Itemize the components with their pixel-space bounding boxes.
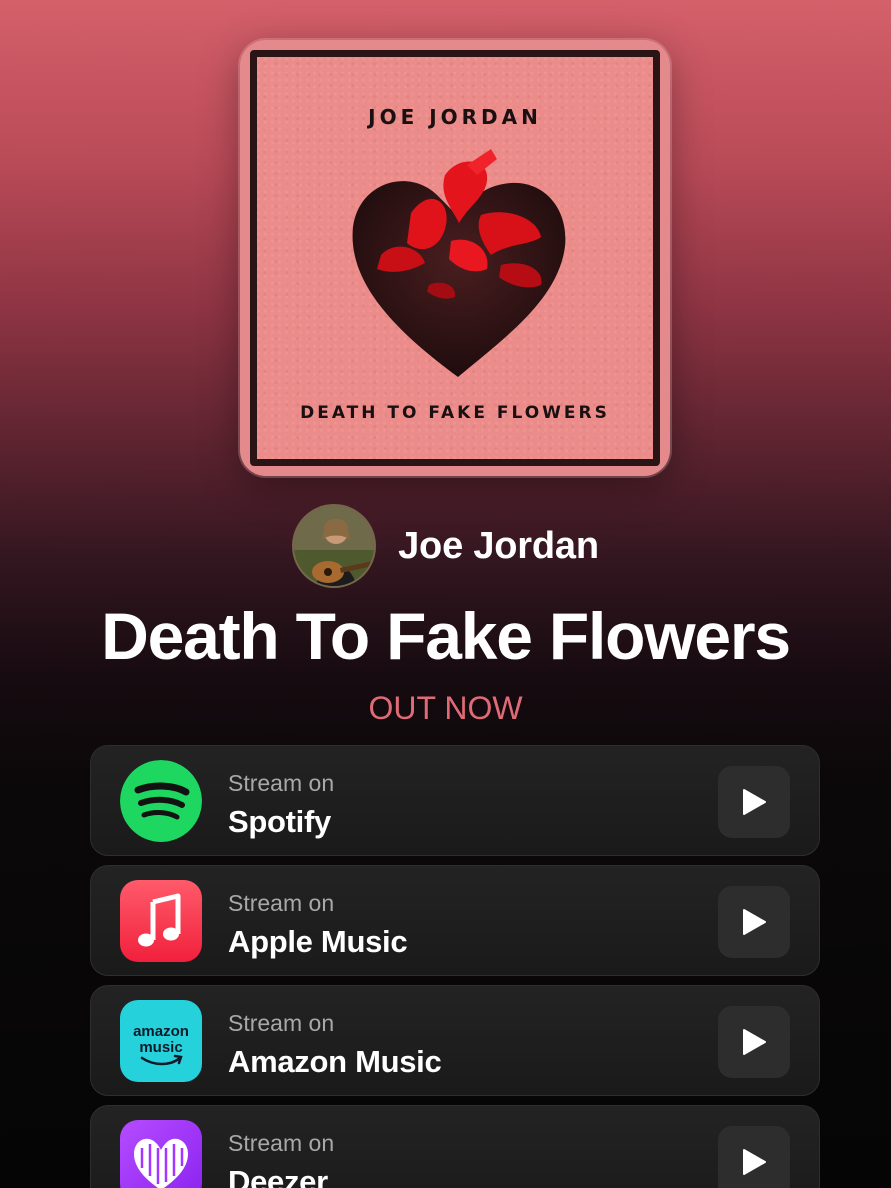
- amazon-icon-text-2: music: [139, 1039, 182, 1056]
- service-prefix: Stream on: [228, 1010, 335, 1036]
- play-button[interactable]: [718, 886, 790, 958]
- play-button[interactable]: [718, 1006, 790, 1078]
- album-artwork: JOE JORDAN DEATH TO FAKE FLOWERS: [250, 50, 660, 466]
- service-card-deezer[interactable]: Stream on Deezer: [90, 1105, 820, 1188]
- play-icon: [743, 909, 766, 935]
- service-card-amazon-music[interactable]: amazon music Stream on Amazon Music: [90, 985, 820, 1096]
- play-button[interactable]: [718, 766, 790, 838]
- service-name: Deezer: [228, 1164, 328, 1188]
- artist-avatar[interactable]: [292, 504, 377, 588]
- spotify-icon: [120, 760, 202, 842]
- artist-row[interactable]: Joe Jordan: [0, 503, 891, 589]
- anatomical-heart-icon: [352, 149, 566, 377]
- release-status: OUT NOW: [368, 690, 523, 726]
- album-cover[interactable]: JOE JORDAN DEATH TO FAKE FLOWERS: [240, 40, 670, 476]
- play-icon: [743, 1149, 766, 1175]
- play-button[interactable]: [718, 1126, 790, 1188]
- service-prefix: Stream on: [228, 890, 335, 916]
- release-title: Death To Fake Flowers: [101, 599, 791, 673]
- amazon-music-icon: amazon music: [120, 1000, 202, 1082]
- service-name: Apple Music: [228, 924, 408, 959]
- amazon-icon-text-1: amazon: [133, 1023, 189, 1040]
- service-name: Amazon Music: [228, 1044, 442, 1079]
- service-name: Spotify: [228, 804, 331, 839]
- service-prefix: Stream on: [228, 1130, 335, 1156]
- service-card-apple-music[interactable]: Stream on Apple Music: [90, 865, 820, 976]
- cover-artist-text: JOE JORDAN: [368, 105, 542, 129]
- service-card-spotify[interactable]: Stream on Spotify: [90, 745, 820, 856]
- service-prefix: Stream on: [228, 770, 335, 796]
- streaming-services-list: Stream on Spotify Stream on Apple Music …: [90, 745, 820, 1188]
- deezer-icon: [120, 1120, 202, 1188]
- play-icon: [743, 789, 766, 815]
- cover-title-text: DEATH TO FAKE FLOWERS: [300, 403, 610, 423]
- play-icon: [743, 1029, 766, 1055]
- apple-music-icon: [120, 880, 202, 962]
- artist-avatar-photo: [294, 506, 375, 586]
- artist-name[interactable]: Joe Jordan: [398, 525, 599, 568]
